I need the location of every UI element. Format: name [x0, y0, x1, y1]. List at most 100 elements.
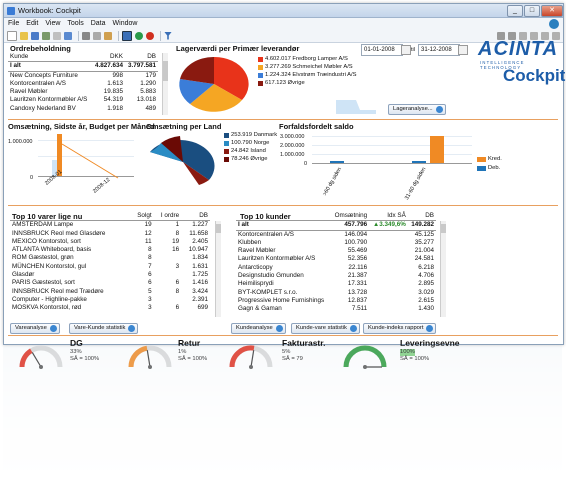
cell: 2.405 [192, 237, 208, 245]
cell: 22.116 [348, 263, 368, 271]
table-row[interactable]: Computer - Highline-pakke 3 2.391 [10, 296, 210, 304]
table-row[interactable]: New Concepts Furniture 998 179 [8, 71, 158, 80]
arrow-icon [426, 325, 434, 332]
cell: 3.424 [192, 287, 208, 295]
kunde-indeks-rapport-button[interactable]: Kunde-indeks rapport [363, 323, 437, 334]
maximize-button[interactable]: □ [524, 4, 540, 17]
cell: 146.094 [344, 230, 368, 238]
menu-file[interactable]: File [8, 20, 19, 27]
stop-icon[interactable] [146, 31, 154, 40]
save-icon[interactable] [31, 31, 39, 40]
table-row[interactable]: Glasdør 6 1.725 [10, 271, 210, 279]
grid-icon[interactable] [122, 30, 132, 41]
y-tick-label: 1.000.000 [280, 152, 305, 158]
deb-bar [412, 161, 426, 163]
table-row[interactable]: Ravel Møbler 55.469 21.004 [236, 247, 436, 255]
preview-icon[interactable] [53, 31, 61, 40]
table-row[interactable]: Heimilisprydi 17.331 2.895 [236, 280, 436, 288]
lageranalyse-button[interactable]: Lageranalyse... [388, 104, 446, 115]
table-row[interactable]: INNSBRUCK Reol med Trædøre 5 8 3.424 [10, 288, 210, 296]
col-name: . [10, 212, 131, 222]
menu-window[interactable]: Window [113, 20, 138, 27]
table-row[interactable]: Designstudio Gmunden 21.387 4.706 [236, 272, 436, 280]
table-row[interactable]: Kontorcentralen A/S 146.094 45.125 [236, 230, 436, 239]
col-kunde: Kunde [8, 53, 92, 63]
legend-label: Øvrige [250, 156, 268, 162]
table-row[interactable]: Gagn & Gaman 7.511 1.430 [236, 305, 436, 313]
date-from-input[interactable]: 01-01-2008 [361, 44, 403, 56]
table-row[interactable]: ROM Gæstestol, grøn 8 1.834 [10, 254, 210, 262]
cell: 1.613 [107, 79, 123, 87]
cell: 55.469 [347, 247, 368, 255]
table-row[interactable]: Kontorcentralen A/S 1.613 1.290 [8, 80, 158, 88]
calendar-icon[interactable] [458, 45, 468, 55]
print-icon[interactable] [42, 31, 50, 40]
legend-label: Island [250, 148, 266, 154]
table-row[interactable]: MOSKVA Kontorstol, rød 3 6 699 [10, 304, 210, 312]
cell: 12 [144, 229, 152, 237]
vare-kunde-statistik-button[interactable]: Vare-Kunde statistik [69, 323, 139, 334]
y-tick-label: 0 [304, 161, 308, 167]
top-items-scrollbar[interactable] [215, 221, 221, 317]
col-idx: Idx SÅ [369, 212, 408, 222]
cell: 1.834 [192, 254, 208, 262]
gridline [38, 140, 134, 141]
country-legend-item: 100.790 Norge [224, 140, 269, 146]
y-tick-label: 3.000.000 [280, 134, 305, 140]
date-to-input[interactable]: 31-12-2008 [418, 44, 460, 56]
table-row[interactable]: ATLANTA Whiteboard, basis 8 16 10.947 [10, 246, 210, 254]
cell: 11 [145, 237, 152, 245]
calendar-icon[interactable] [401, 45, 411, 55]
menu-data[interactable]: Data [91, 20, 106, 27]
app-icon [7, 6, 15, 15]
table-row[interactable]: Candoxy Nederland BV 1.918 489 [8, 105, 158, 113]
menu-tools[interactable]: Tools [67, 20, 83, 27]
cell: 6.218 [418, 263, 434, 271]
table-row[interactable]: Lauritzen Kontormøbler A/S 54.319 13.018 [8, 96, 158, 104]
cell [369, 247, 408, 255]
cell: 19 [172, 237, 180, 245]
cell [369, 230, 408, 239]
menu-edit[interactable]: Edit [26, 20, 38, 27]
cut-icon[interactable] [82, 31, 90, 40]
export-icon[interactable] [64, 31, 72, 40]
close-button[interactable]: ✕ [541, 4, 563, 17]
kundeanalyse-button[interactable]: Kundeanalyse [231, 323, 286, 334]
vareanalyse-button[interactable]: Vareanalyse [10, 323, 60, 334]
table-row[interactable]: AMSTERDAM Lampe 19 1 1.227 [10, 221, 210, 230]
table-row[interactable]: INNSBRUCK Reol med Glasdøre 12 8 11.658 [10, 230, 210, 238]
cell: 12.837 [347, 296, 368, 304]
cell [369, 239, 408, 247]
cell: 699 [197, 304, 208, 312]
top-customers-scrollbar[interactable] [440, 221, 446, 317]
minimize-button[interactable]: _ [507, 4, 523, 17]
cell: Heimilisprydi [238, 280, 274, 288]
table-row[interactable]: BYT-KOMPLET s.r.o. 13.728 3.029 [236, 289, 436, 297]
filter-icon[interactable] [164, 31, 172, 40]
copy-icon[interactable] [93, 31, 101, 40]
kunde-vare-statistik-button[interactable]: Kunde-vare statistik [291, 323, 360, 334]
table-row[interactable]: Klubben 100.790 35.277 [236, 239, 436, 247]
table-row[interactable]: Progressive Home Furnishings 12.837 2.615 [236, 297, 436, 305]
paste-icon[interactable] [104, 31, 112, 40]
table-row[interactable]: Lauritzen Kontormøbler A/S 52.356 24.581 [236, 255, 436, 263]
cell: 1.290 [140, 79, 156, 87]
table-row[interactable]: MÜNCHEN Kontorstol, gul 7 3 1.631 [10, 263, 210, 271]
table-row[interactable]: MEXICO Kontorstol, sort 11 19 2.405 [10, 238, 210, 246]
table-row[interactable]: Antarcticopy 22.116 6.218 [236, 264, 436, 272]
legend-value: 78.246 [231, 156, 249, 162]
refresh-icon[interactable] [135, 31, 143, 40]
menu-view[interactable]: View [45, 20, 60, 27]
app-logo-icon [549, 18, 559, 29]
orders-scrollbar[interactable] [162, 53, 168, 115]
new-icon[interactable] [7, 30, 17, 41]
cell: 3.797.581 [124, 61, 158, 72]
cell: 54.319 [103, 96, 123, 104]
col-omsaetning: Omsætning [330, 212, 370, 222]
cell: MEXICO Kontorstol, sort [12, 237, 81, 245]
acinta-logo: ACINTA [478, 38, 559, 60]
table-row[interactable]: Ravel Møbler 19.835 5.883 [8, 88, 158, 96]
supplier-legend-item: 1.224.324 Elvstrøm Træindustri A/S [258, 72, 357, 78]
table-row[interactable]: PARIS Gæstestol, sort 6 6 1.416 [10, 279, 210, 287]
open-icon[interactable] [20, 31, 28, 40]
